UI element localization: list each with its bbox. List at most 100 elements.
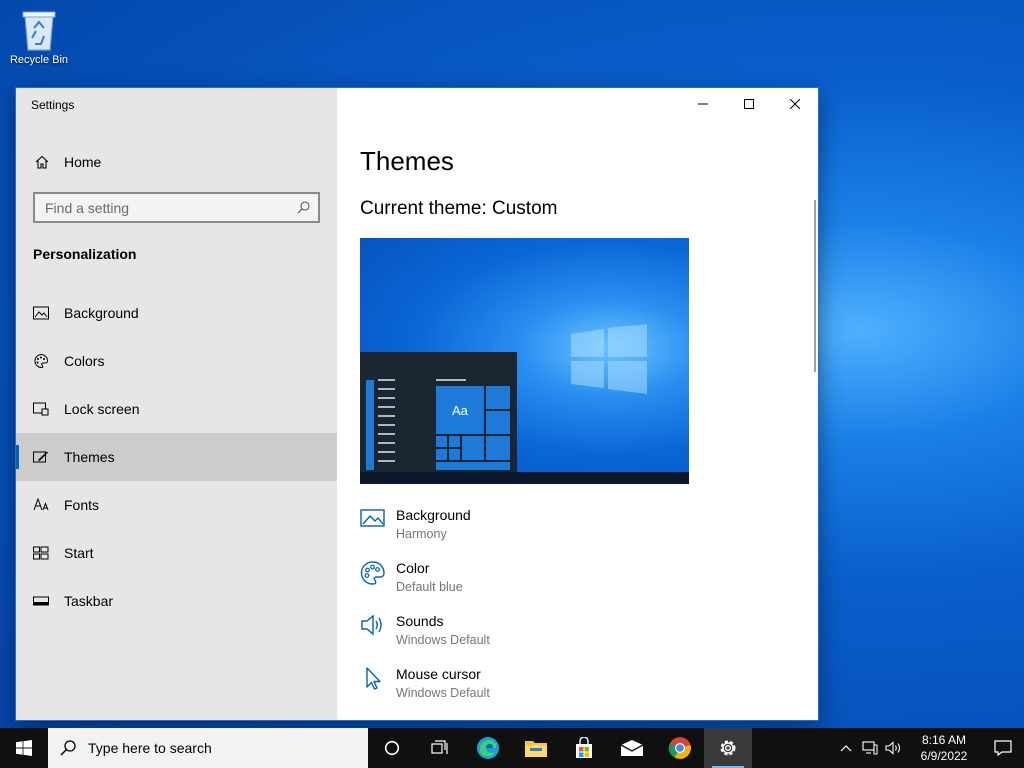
sidebar-item-label: Start [64,545,94,561]
settings-window: Settings Home Find a setting Personaliza… [16,88,818,720]
maximize-button[interactable] [726,88,772,120]
home-nav-item[interactable]: Home [16,146,337,178]
chrome-icon [668,737,691,759]
themes-icon [33,449,49,465]
network-tray-button[interactable] [858,728,882,768]
taskbar-search-placeholder: Type here to search [88,740,212,756]
picture-icon [33,305,49,321]
file-explorer-taskbar-button[interactable] [512,728,560,768]
volume-icon [885,741,901,755]
theme-preview: Aa [360,238,689,484]
edge-taskbar-button[interactable] [464,728,512,768]
palette-icon [33,353,49,369]
cortana-icon [384,740,400,756]
clock-time: 8:16 AM [921,733,967,747]
close-icon [790,99,800,109]
window-title: Settings [31,98,75,112]
recycle-bin-icon [22,11,56,51]
taskbar-preview [360,472,689,484]
task-view-button[interactable] [416,728,464,768]
theme-settings-list: Background Harmony Color Default blue So… [360,506,800,718]
personalization-nav: Background Colors Lock screen Themes Fon… [16,289,337,625]
clock[interactable]: 8:16 AM 6/9/2022 [906,732,982,764]
mail-icon [620,740,644,756]
lock-screen-icon [33,401,49,417]
show-hidden-icons-button[interactable] [834,728,858,768]
find-setting-search-input[interactable]: Find a setting [33,192,320,223]
picture-icon [360,507,386,533]
sidebar-item-label: Themes [64,449,115,465]
cursor-icon [360,666,386,692]
setting-label: Color [396,560,430,576]
settings-sidebar: Settings Home Find a setting Personaliza… [16,88,337,720]
task-view-icon [431,740,448,754]
network-icon [862,741,878,755]
preview-sample-text: Aa [452,403,468,418]
chrome-taskbar-button[interactable] [656,728,704,768]
setting-label: Background [396,507,471,523]
sidebar-item-label: Taskbar [64,593,114,609]
sidebar-item-label: Background [64,305,139,321]
windows-logo-icon [16,740,32,756]
home-icon [34,154,50,170]
setting-value: Windows Default [396,633,490,647]
sidebar-item-fonts[interactable]: Fonts [16,481,337,529]
theme-color-setting[interactable]: Color Default blue [360,559,800,612]
sidebar-item-taskbar[interactable]: Taskbar [16,577,337,625]
current-theme-heading: Current theme: Custom [360,198,558,219]
setting-value: Default blue [396,580,463,594]
settings-taskbar-button[interactable] [704,728,752,768]
minimize-icon [698,103,708,105]
notification-icon [994,740,1012,756]
setting-label: Sounds [396,613,444,629]
fonts-icon [33,497,49,513]
section-title: Personalization [33,246,137,262]
recycle-bin-label: Recycle Bin [9,54,69,66]
minimize-button[interactable] [680,88,726,120]
setting-value: Windows Default [396,686,490,700]
taskbar-icon [33,593,49,609]
volume-tray-button[interactable] [882,728,906,768]
close-button[interactable] [772,88,818,120]
search-icon [60,740,76,756]
sidebar-item-lock-screen[interactable]: Lock screen [16,385,337,433]
window-controls [680,88,818,120]
page-title: Themes [360,146,454,176]
theme-background-setting[interactable]: Background Harmony [360,506,800,559]
taskbar: Type here to search 8:16 AM 6/9/2022 [0,728,1024,768]
theme-sounds-setting[interactable]: Sounds Windows Default [360,612,800,665]
sidebar-item-label: Lock screen [64,401,140,417]
speaker-icon [360,613,386,639]
recycle-bin-desktop-icon[interactable]: Recycle Bin [6,6,72,66]
sidebar-item-start[interactable]: Start [16,529,337,577]
setting-label: Mouse cursor [396,666,481,682]
clock-date: 6/9/2022 [920,749,968,763]
store-taskbar-button[interactable] [560,728,608,768]
themes-page: Themes Current theme: Custom Aa Backgrou… [337,88,818,720]
scrollbar[interactable] [814,200,816,372]
palette-icon [360,560,386,586]
taskbar-search-input[interactable]: Type here to search [48,728,368,768]
cortana-button[interactable] [368,728,416,768]
sidebar-item-label: Colors [64,353,105,369]
maximize-icon [744,99,754,109]
sidebar-item-label: Fonts [64,497,100,513]
setting-value: Harmony [396,527,447,541]
theme-mouse-cursor-setting[interactable]: Mouse cursor Windows Default [360,665,800,718]
sidebar-item-background[interactable]: Background [16,289,337,337]
gear-icon [720,740,736,756]
action-center-button[interactable] [982,728,1024,768]
chevron-up-icon [840,745,852,752]
mail-taskbar-button[interactable] [608,728,656,768]
edge-icon [477,737,499,759]
start-icon [33,545,49,561]
store-icon [576,737,592,758]
start-menu-preview: Aa [360,352,517,476]
sidebar-item-themes[interactable]: Themes [16,433,337,481]
system-tray: 8:16 AM 6/9/2022 [834,728,1024,768]
search-icon[interactable] [297,201,310,214]
start-button[interactable] [0,728,48,768]
home-label: Home [64,154,102,170]
windows-logo-preview [571,324,647,394]
sidebar-item-colors[interactable]: Colors [16,337,337,385]
